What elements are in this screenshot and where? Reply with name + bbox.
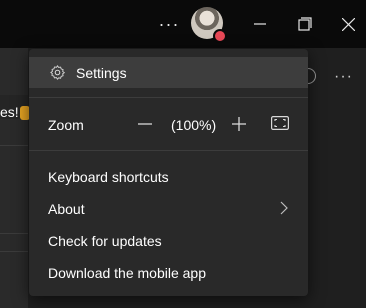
more-options-button[interactable]: ··· bbox=[154, 0, 184, 48]
minus-icon bbox=[138, 123, 152, 125]
fullscreen-button[interactable] bbox=[271, 115, 289, 131]
keyboard-shortcuts-menu-item[interactable]: Keyboard shortcuts bbox=[48, 169, 169, 185]
chevron-right-icon bbox=[280, 201, 288, 215]
plus-icon bbox=[232, 117, 246, 131]
gear-icon bbox=[49, 64, 66, 81]
presence-status-icon bbox=[213, 29, 227, 43]
close-icon bbox=[341, 17, 355, 31]
download-mobile-app-menu-item[interactable]: Download the mobile app bbox=[48, 265, 206, 281]
more-icon[interactable]: ··· bbox=[334, 68, 353, 86]
minimize-icon bbox=[254, 23, 266, 25]
about-menu-item[interactable]: About bbox=[48, 201, 85, 217]
divider bbox=[0, 145, 28, 146]
background-left-pane bbox=[0, 48, 28, 308]
menu-separator bbox=[29, 97, 308, 98]
divider bbox=[0, 251, 28, 252]
settings-label: Settings bbox=[76, 64, 127, 81]
check-for-updates-menu-item[interactable]: Check for updates bbox=[48, 233, 162, 249]
zoom-in-button[interactable] bbox=[230, 112, 248, 136]
zoom-label: Zoom bbox=[48, 117, 84, 133]
zoom-out-button[interactable] bbox=[136, 112, 154, 136]
more-icon: ··· bbox=[158, 13, 180, 34]
zoom-value: (100%) bbox=[171, 117, 217, 133]
minimize-button[interactable] bbox=[246, 0, 274, 48]
fullscreen-icon bbox=[271, 116, 289, 130]
maximize-icon bbox=[298, 17, 312, 31]
background-message-text: es! bbox=[0, 104, 19, 120]
maximize-button[interactable] bbox=[291, 0, 319, 48]
title-bar: ··· bbox=[0, 0, 366, 48]
close-button[interactable] bbox=[334, 0, 362, 48]
settings-menu-item[interactable]: Settings bbox=[29, 57, 308, 88]
menu-separator bbox=[29, 150, 308, 151]
settings-menu: Settings Zoom (100%) Keyboard shortcuts … bbox=[29, 49, 308, 296]
divider bbox=[0, 233, 28, 234]
background-right-pane bbox=[308, 48, 366, 308]
